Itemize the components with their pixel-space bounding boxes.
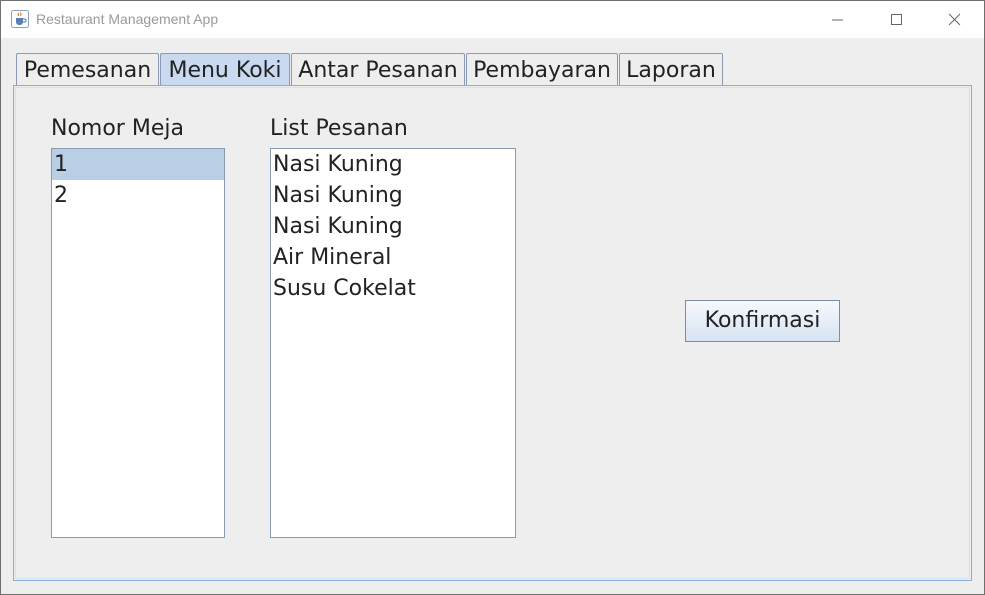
konfirmasi-button[interactable]: Konfirmasi	[685, 300, 840, 342]
list-pesanan-label: List Pesanan	[270, 116, 408, 141]
maximize-icon	[891, 14, 902, 25]
list-item[interactable]: 1	[52, 149, 224, 180]
list-item[interactable]: Air Mineral	[271, 242, 515, 273]
list-pesanan-list[interactable]: Nasi Kuning Nasi Kuning Nasi Kuning Air …	[270, 148, 516, 538]
tab-menu-koki[interactable]: Menu Koki	[160, 53, 290, 86]
tab-antar-pesanan[interactable]: Antar Pesanan	[291, 53, 465, 86]
maximize-button[interactable]	[866, 1, 924, 38]
minimize-button[interactable]	[808, 1, 866, 38]
window-title: Restaurant Management App	[36, 11, 219, 27]
tab-pembayaran[interactable]: Pembayaran	[466, 53, 618, 86]
app-window: Restaurant Management App Pemesanan Menu…	[0, 0, 985, 595]
list-item[interactable]: 2	[52, 180, 224, 211]
list-item[interactable]: Nasi Kuning	[271, 211, 515, 242]
title-bar[interactable]: Restaurant Management App	[1, 1, 984, 38]
nomor-meja-list[interactable]: 1 2	[51, 148, 225, 538]
list-item[interactable]: Nasi Kuning	[271, 149, 515, 180]
tab-pemesanan[interactable]: Pemesanan	[16, 53, 159, 86]
minimize-icon	[832, 19, 843, 21]
close-button[interactable]	[925, 1, 983, 38]
list-item[interactable]: Susu Cokelat	[271, 273, 515, 304]
java-cup-icon	[11, 10, 29, 28]
tab-laporan[interactable]: Laporan	[619, 53, 723, 86]
nomor-meja-label: Nomor Meja	[51, 116, 184, 141]
list-item[interactable]: Nasi Kuning	[271, 180, 515, 211]
close-icon	[948, 13, 961, 26]
